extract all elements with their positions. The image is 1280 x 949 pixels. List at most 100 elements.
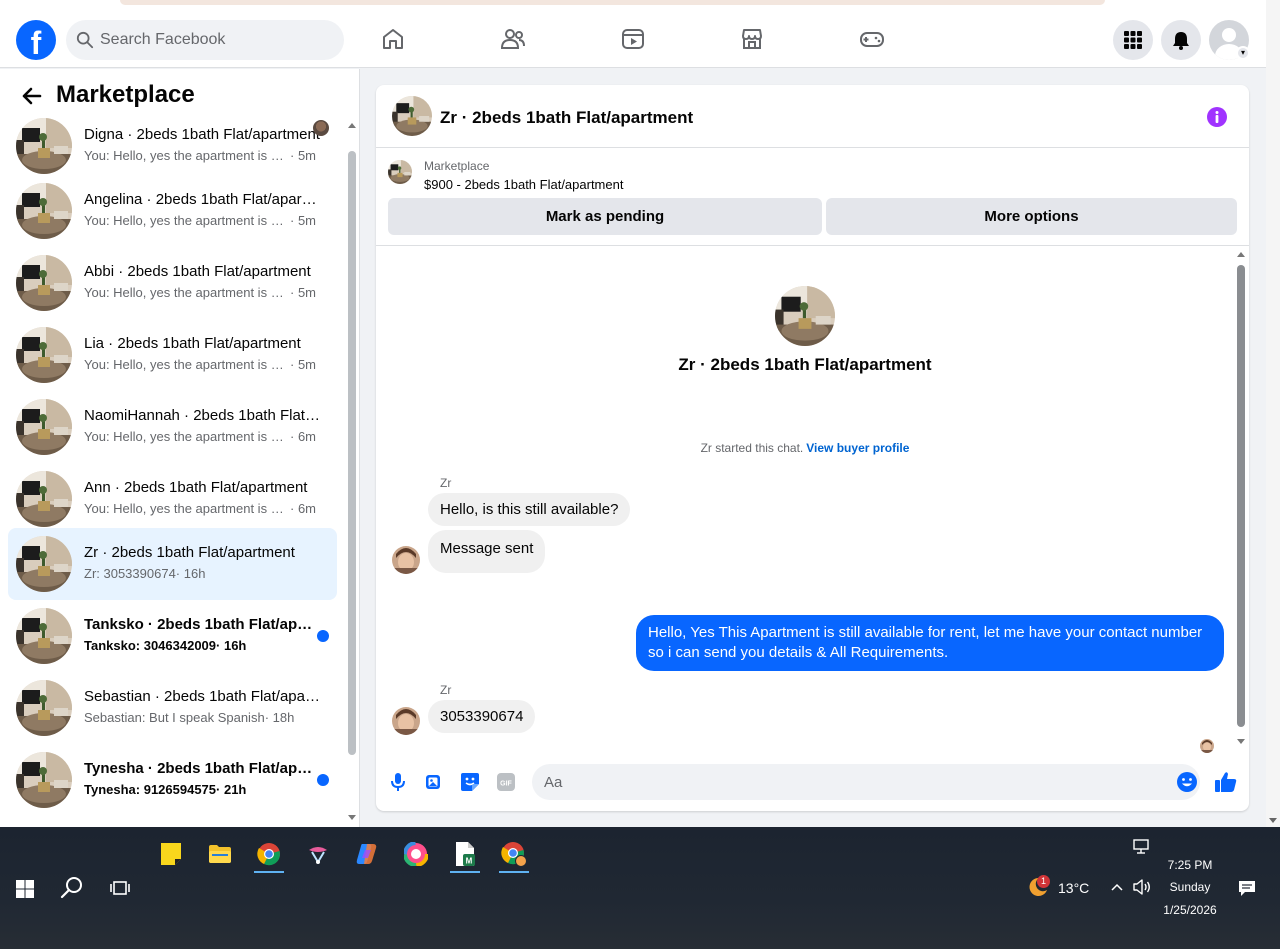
- outgoing-message[interactable]: Hello, Yes This Apartment is still avail…: [636, 615, 1224, 671]
- message-input[interactable]: [544, 764, 1144, 800]
- conversation-item[interactable]: Sebastian · 2beds 1bath Flat/apartment Se…: [8, 672, 337, 744]
- sidebar-scrollbar[interactable]: [345, 115, 359, 827]
- search-box[interactable]: [66, 20, 344, 60]
- listing-title[interactable]: $900 - 2beds 1bath Flat/apartment: [424, 177, 623, 192]
- mark-as-pending-button[interactable]: Mark as pending: [388, 198, 822, 235]
- conversation-name: Tanksko · 2beds 1bath Flat/apartment: [84, 616, 320, 633]
- windows-taskbar: M 1 13°C 7:25 PM Sunday 1/25/2026: [0, 827, 1280, 949]
- conversation-snippet-text: Zr: 3053390674: [84, 566, 176, 581]
- clock-time[interactable]: 7:25 PM: [1150, 858, 1230, 872]
- incoming-message[interactable]: Message sent: [428, 530, 546, 573]
- conversation-snippet: Tanksko: 3046342009 · 16h: [84, 638, 320, 653]
- message-sender-label: Zr: [440, 476, 452, 490]
- clock-day[interactable]: Sunday: [1150, 880, 1230, 894]
- unread-dot: [317, 774, 329, 786]
- snipping-tool-icon[interactable]: [298, 835, 338, 873]
- chat-title[interactable]: Zr · 2beds 1bath Flat/apartment: [440, 108, 693, 128]
- notepad-icon[interactable]: M: [445, 835, 485, 873]
- sidebar-title: Marketplace: [56, 81, 195, 108]
- unread-dot: [317, 630, 329, 642]
- search-input[interactable]: [100, 31, 330, 49]
- conversation-item[interactable]: NaomiHannah · 2beds 1bath Flat/apartment…: [8, 391, 337, 463]
- message-composer: GIF: [376, 755, 1249, 811]
- message-scroll-thumb[interactable]: [1237, 265, 1245, 727]
- top-navbar: f ▾: [0, 10, 1266, 68]
- conversation-item[interactable]: Digna · 2beds 1bath Flat/apartment You: H…: [8, 110, 337, 182]
- chat-header-avatar[interactable]: [392, 96, 432, 136]
- conversation-avatar: [16, 183, 72, 239]
- conversation-snippet: You: Hello, yes the apartment is still a…: [84, 285, 320, 300]
- volume-icon[interactable]: [1132, 878, 1152, 896]
- network-icon[interactable]: [1132, 839, 1152, 855]
- chat-hero-avatar: [775, 286, 835, 346]
- photos-icon[interactable]: [396, 835, 436, 873]
- conversation-snippet-text: You: Hello, yes the apartment is availab…: [84, 148, 290, 163]
- listing-thumbnail[interactable]: [388, 160, 412, 184]
- video-icon[interactable]: [618, 24, 648, 54]
- sticker-icon[interactable]: [459, 771, 481, 793]
- windows-start-icon[interactable]: [16, 880, 34, 898]
- conversation-item[interactable]: Tanksko · 2beds 1bath Flat/apartment Tank…: [8, 600, 337, 672]
- page-scrollbar[interactable]: [1266, 0, 1280, 827]
- photo-icon[interactable]: [423, 771, 445, 793]
- incoming-message[interactable]: Hello, is this still available?: [428, 493, 631, 526]
- message-input-box[interactable]: [532, 764, 1200, 800]
- friends-icon[interactable]: [498, 24, 528, 54]
- emoji-icon[interactable]: [1176, 771, 1198, 793]
- browser-top-strip: [0, 0, 1266, 10]
- marketplace-icon[interactable]: [737, 24, 767, 54]
- chrome-icon[interactable]: [249, 835, 289, 873]
- microphone-icon[interactable]: [387, 771, 409, 793]
- account-chevron-icon[interactable]: ▾: [1236, 46, 1250, 60]
- more-options-button[interactable]: More options: [826, 198, 1237, 235]
- info-icon[interactable]: [1206, 106, 1228, 128]
- conversation-item[interactable]: Angelina · 2beds 1bath Flat/apartment You…: [8, 175, 337, 247]
- conversation-item[interactable]: Lia · 2beds 1bath Flat/apartment You: Hel…: [8, 319, 337, 391]
- conversation-time: · 18h: [264, 710, 295, 725]
- gaming-icon[interactable]: [857, 24, 887, 54]
- sticky-notes-icon[interactable]: [151, 835, 191, 873]
- temperature[interactable]: 13°C: [1058, 880, 1089, 896]
- conversation-snippet-text: You: Hello, yes the apartment is still a…: [84, 501, 290, 516]
- conversation-snippet: You: Hello, yes the apartment is still a…: [84, 429, 320, 444]
- clock-date[interactable]: 1/25/2026: [1150, 903, 1230, 917]
- facebook-logo[interactable]: f: [16, 20, 56, 60]
- sidebar-scroll-thumb[interactable]: [348, 151, 356, 755]
- svg-text:GIF: GIF: [500, 781, 512, 788]
- notifications-icon[interactable]: [1161, 20, 1201, 60]
- conversation-avatar: [16, 680, 72, 736]
- task-view-icon[interactable]: [110, 879, 130, 897]
- conversation-item[interactable]: Ann · 2beds 1bath Flat/apartment You: Hel…: [8, 463, 337, 535]
- seen-receipt-avatar: [1200, 739, 1214, 753]
- chrome-profile-icon[interactable]: [494, 835, 534, 873]
- chat-header: Zr · 2beds 1bath Flat/apartment: [376, 85, 1249, 148]
- thumbs-up-icon[interactable]: [1214, 770, 1238, 794]
- show-hidden-icons-chevron-icon[interactable]: [1110, 881, 1124, 893]
- conversation-avatar: [16, 327, 72, 383]
- taskbar-search-icon[interactable]: [60, 876, 84, 900]
- conversation-item[interactable]: Tynesha · 2beds 1bath Flat/apartment Tyne…: [8, 744, 337, 816]
- notification-center-icon[interactable]: [1237, 878, 1257, 898]
- weather-badge: 1: [1037, 875, 1050, 888]
- menu-grid-icon[interactable]: [1113, 20, 1153, 60]
- home-icon[interactable]: [378, 24, 408, 54]
- conversation-snippet: Tynesha: 9126594575 · 21h: [84, 782, 320, 797]
- conversation-avatar: [16, 608, 72, 664]
- gif-icon[interactable]: GIF: [495, 771, 517, 793]
- incoming-message[interactable]: 3053390674: [428, 700, 536, 733]
- message-scrollbar[interactable]: [1234, 247, 1248, 755]
- copilot-icon[interactable]: [347, 835, 387, 873]
- conversation-snippet-text: Sebastian: But I speak Spanish: [84, 710, 265, 725]
- back-arrow-icon[interactable]: [20, 85, 42, 107]
- marketplace-inbox-sidebar: Digna · 2beds 1bath Flat/apartment You: H…: [0, 69, 360, 827]
- svg-text:M: M: [466, 857, 473, 866]
- conversation-time: · 16h: [175, 566, 206, 581]
- file-explorer-icon[interactable]: [200, 835, 240, 873]
- conversation-item[interactable]: Abbi · 2beds 1bath Flat/apartment You: He…: [8, 247, 337, 319]
- sender-avatar[interactable]: [392, 546, 420, 574]
- sender-avatar[interactable]: [392, 707, 420, 735]
- conversation-item[interactable]: Zr · 2beds 1bath Flat/apartment Zr: 30533…: [8, 528, 337, 600]
- view-buyer-profile-link[interactable]: View buyer profile: [806, 441, 909, 455]
- conversation-snippet-text: You: Hello, yes the apartment is still a…: [84, 213, 290, 228]
- conversation-snippet-text: You: Hello, yes the apartment is still a…: [84, 357, 290, 372]
